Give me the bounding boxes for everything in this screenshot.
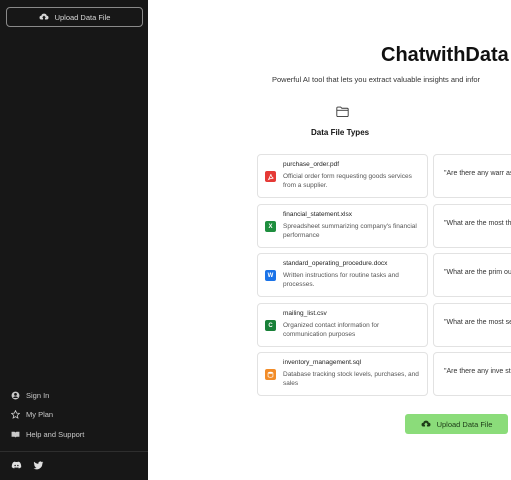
example-question: "Are there any inve stockouts?" bbox=[444, 368, 511, 375]
file-description: Spreadsheet summarizing company's financ… bbox=[283, 223, 417, 239]
csv-icon: C bbox=[265, 320, 276, 331]
word-icon: W bbox=[265, 270, 276, 281]
file-name: purchase_order.pdf bbox=[283, 161, 340, 168]
main-content: ChatwithData Powerful AI tool that lets … bbox=[148, 0, 511, 480]
page-title: ChatwithData bbox=[381, 44, 509, 66]
example-question: "What are the prim outlined in the proc bbox=[444, 269, 511, 276]
example-question-card[interactable]: "Are there any inve stockouts?" bbox=[433, 352, 511, 396]
book-icon bbox=[11, 431, 20, 438]
upload-button-label: Upload Data File bbox=[436, 419, 493, 429]
database-icon bbox=[265, 369, 276, 380]
example-question: "Are there any warr associated with the bbox=[444, 170, 511, 177]
file-card[interactable]: W standard_operating_procedure.docx Writ… bbox=[257, 253, 428, 297]
example-question-card[interactable]: "What are the most they be optimized f bbox=[433, 204, 511, 248]
section-title: Data File Types bbox=[311, 128, 370, 137]
example-question-card[interactable]: "What are the most segments in the lis bbox=[433, 303, 511, 347]
sidebar: Upload Data File Sign In My Plan Help an… bbox=[0, 0, 148, 480]
file-name: standard_operating_procedure.docx bbox=[283, 260, 388, 267]
file-card[interactable]: inventory_management.sql Database tracki… bbox=[257, 352, 428, 396]
user-circle-icon bbox=[11, 391, 20, 400]
example-question-card[interactable]: "What are the prim outlined in the proc bbox=[433, 253, 511, 297]
cloud-upload-icon bbox=[39, 13, 49, 20]
cloud-upload-icon bbox=[421, 420, 431, 427]
example-question-card[interactable]: "Are there any warr associated with the bbox=[433, 154, 511, 198]
file-description: Database tracking stock levels, purchase… bbox=[283, 371, 419, 387]
sidebar-item-sign-in[interactable]: Sign In bbox=[11, 391, 49, 400]
example-question: "What are the most segments in the lis bbox=[444, 319, 511, 326]
file-name: inventory_management.sql bbox=[283, 359, 362, 366]
upload-data-file-button[interactable]: Upload Data File bbox=[405, 414, 508, 434]
file-card[interactable]: X financial_statement.xlsx Spreadsheet s… bbox=[257, 204, 428, 248]
pdf-icon bbox=[265, 171, 276, 182]
sidebar-item-label: Sign In bbox=[26, 391, 50, 400]
file-name: mailing_list.csv bbox=[283, 310, 327, 317]
file-card[interactable]: purchase_order.pdf Official order form r… bbox=[257, 154, 428, 198]
discord-link[interactable] bbox=[11, 460, 22, 471]
star-badge-icon bbox=[11, 410, 20, 419]
file-name: financial_statement.xlsx bbox=[283, 211, 353, 218]
file-description: Official order form requesting goods ser… bbox=[283, 173, 412, 189]
sidebar-divider bbox=[0, 451, 148, 452]
sidebar-upload-label: Upload Data File bbox=[54, 12, 111, 22]
sidebar-item-my-plan[interactable]: My Plan bbox=[11, 410, 53, 419]
sidebar-upload-button[interactable]: Upload Data File bbox=[6, 7, 143, 27]
file-description: Organized contact information for commun… bbox=[283, 322, 380, 338]
sidebar-item-help[interactable]: Help and Support bbox=[11, 430, 84, 439]
folder-icon bbox=[336, 106, 349, 117]
sidebar-item-label: Help and Support bbox=[26, 430, 85, 439]
file-description: Written instructions for routine tasks a… bbox=[283, 272, 399, 288]
discord-icon bbox=[11, 461, 22, 469]
example-question: "What are the most they be optimized f bbox=[444, 220, 511, 227]
excel-icon: X bbox=[265, 221, 276, 232]
page-subtitle: Powerful AI tool that lets you extract v… bbox=[272, 75, 481, 84]
twitter-icon bbox=[33, 461, 44, 470]
file-card[interactable]: C mailing_list.csv Organized contact inf… bbox=[257, 303, 428, 347]
sidebar-item-label: My Plan bbox=[26, 410, 54, 419]
twitter-link[interactable] bbox=[33, 460, 44, 471]
